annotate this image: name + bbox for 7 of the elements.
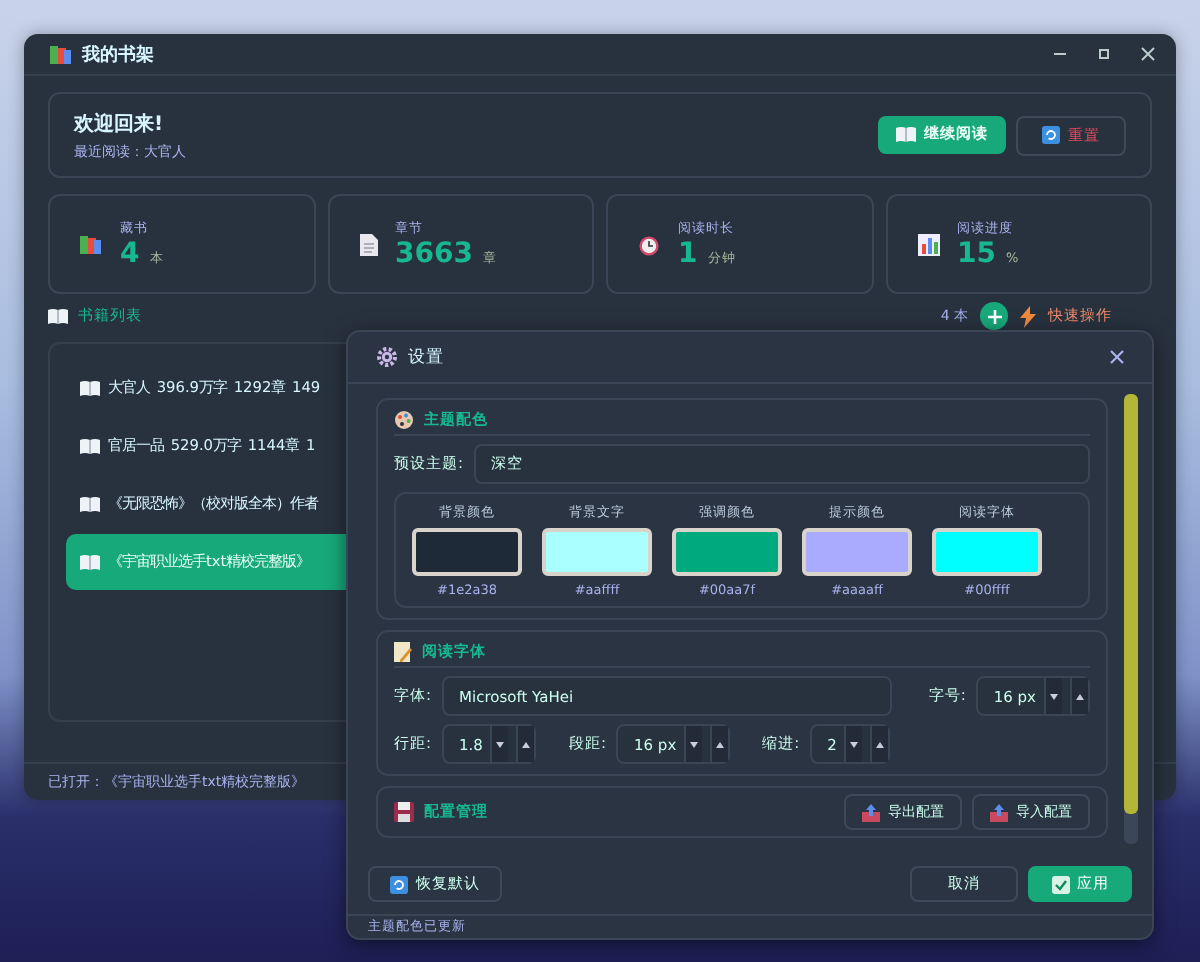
stat-value: 3663 (395, 237, 473, 269)
dialog-title: 设置 (408, 345, 446, 369)
stat-value: 15 (957, 237, 996, 269)
stat-value: 4 (120, 237, 140, 269)
welcome-title: 欢迎回来! (74, 110, 166, 137)
stat-value: 1 (678, 237, 698, 269)
window-title: 我的书架 (82, 42, 156, 67)
